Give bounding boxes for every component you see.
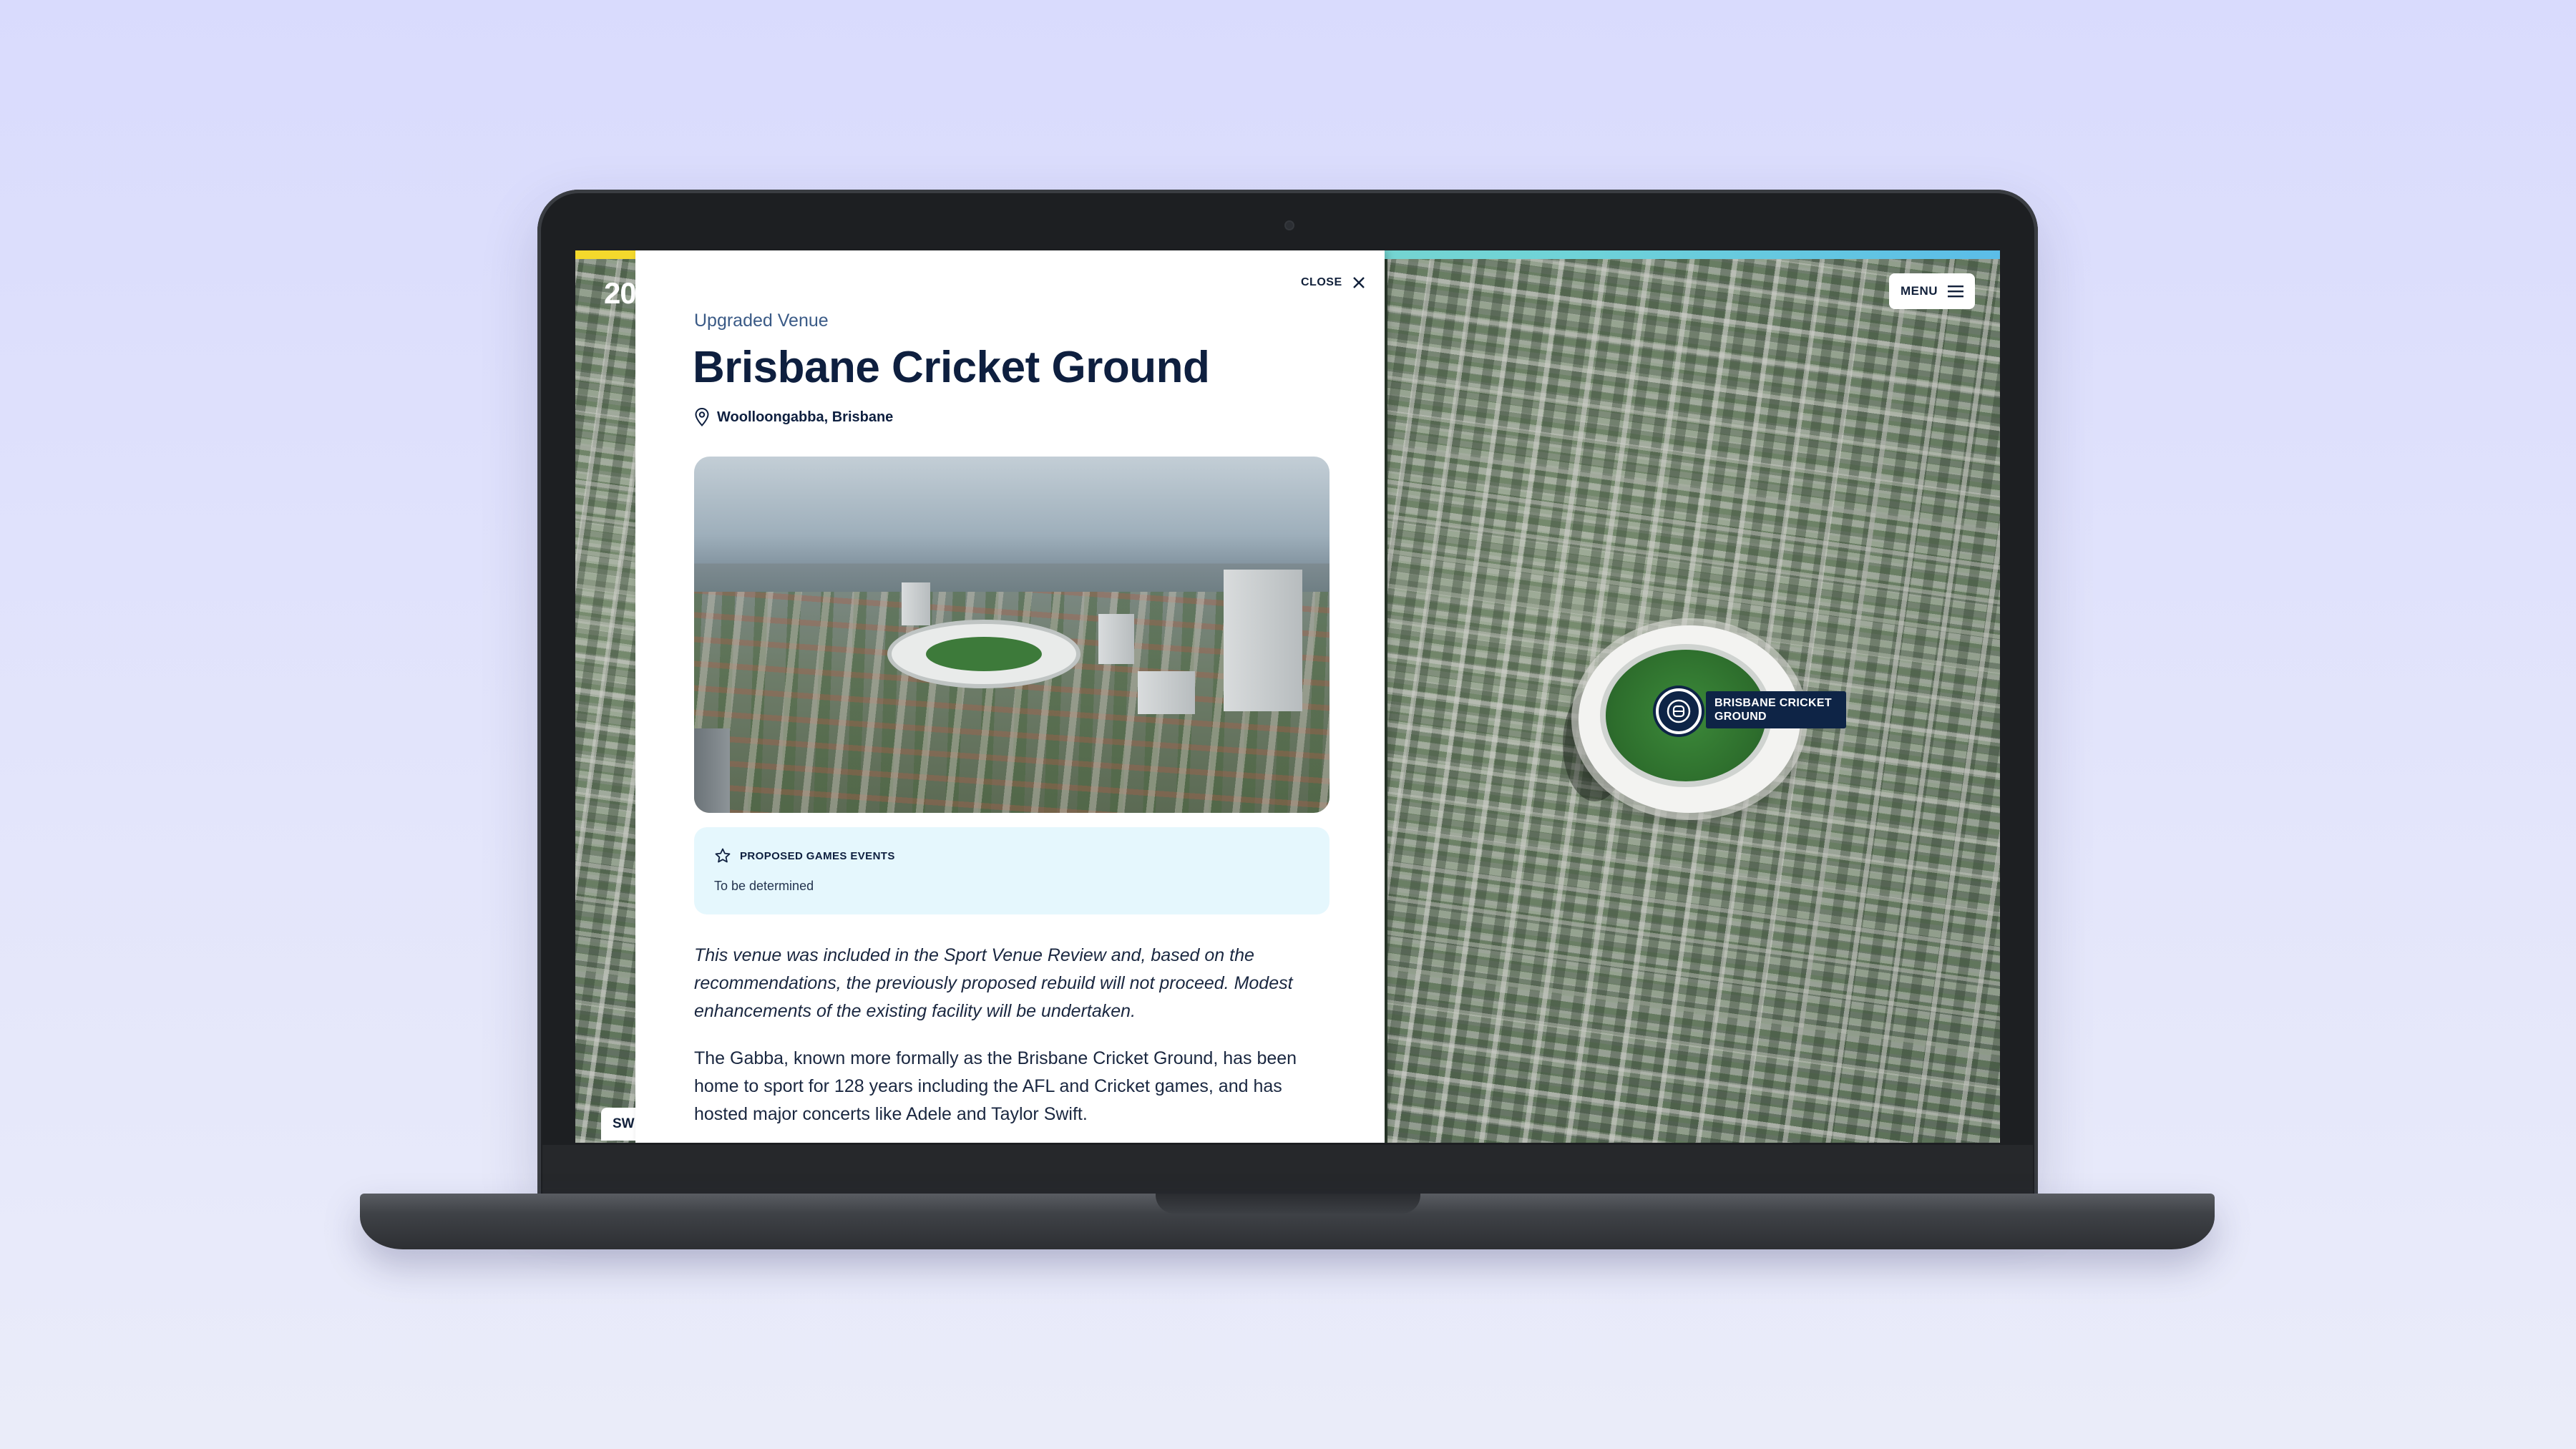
site-logo-text: 20: [604, 276, 637, 310]
venue-category: Upgraded Venue: [694, 311, 829, 331]
menu-button[interactable]: MENU: [1889, 273, 1975, 309]
venue-review-note: This venue was included in the Sport Ven…: [694, 945, 1293, 1021]
laptop-camera: [1284, 220, 1294, 230]
site-logo[interactable]: 20: [604, 276, 637, 311]
star-icon: [715, 848, 731, 863]
hamburger-icon: [1948, 286, 1964, 298]
close-icon: [1352, 277, 1365, 288]
screen: 20 SW BRISBANE CRICKET GROUND MENU CLOSE: [575, 250, 2000, 1143]
photo-stadium: [887, 620, 1080, 688]
photo-building: [1098, 614, 1134, 664]
aerial-map-left[interactable]: [575, 250, 635, 1143]
venue-map-pin[interactable]: [1656, 688, 1702, 734]
venue-description: The Gabba, known more formally as the Br…: [694, 1048, 1297, 1124]
venue-location: Woolloongabba, Brisbane: [694, 406, 893, 428]
close-button[interactable]: CLOSE: [1301, 272, 1365, 293]
photo-tower: [1224, 570, 1302, 711]
photo-building: [1138, 671, 1195, 714]
proposed-events-card: PROPOSED GAMES EVENTS To be determined: [694, 827, 1330, 914]
laptop-hinge-notch: [1156, 1194, 1420, 1214]
laptop-bezel-bottom: [542, 1145, 2033, 1195]
photo-building: [902, 582, 930, 625]
proposed-events-heading-text: PROPOSED GAMES EVENTS: [740, 849, 895, 862]
photo-building: [694, 728, 730, 813]
stadium-icon: [1667, 699, 1691, 723]
proposed-events-value: To be determined: [714, 879, 814, 893]
proposed-events-heading: PROPOSED GAMES EVENTS: [714, 847, 895, 864]
map-pin-icon: [695, 407, 709, 426]
menu-label: MENU: [1900, 284, 1938, 298]
venue-map-label[interactable]: BRISBANE CRICKET GROUND: [1706, 691, 1846, 728]
venue-title: Brisbane Cricket Ground: [693, 343, 1210, 392]
venue-detail-panel: CLOSE Upgraded Venue Brisbane Cricket Gr…: [635, 250, 1385, 1143]
close-label: CLOSE: [1301, 276, 1342, 288]
venue-photo: [694, 457, 1330, 813]
venue-location-text: Woolloongabba, Brisbane: [717, 409, 894, 425]
